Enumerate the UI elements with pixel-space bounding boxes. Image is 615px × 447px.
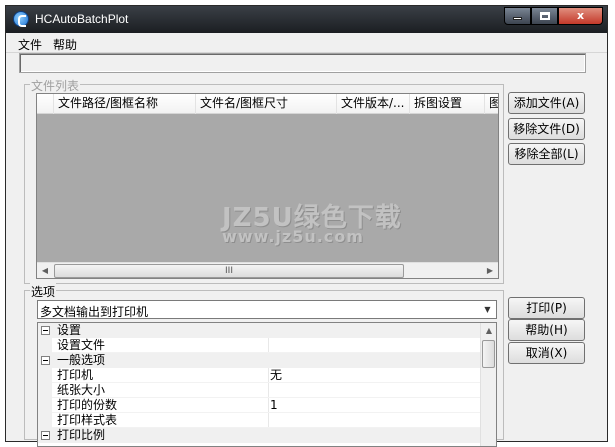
property-label: 打印的份数	[57, 398, 118, 412]
remove-file-button[interactable]: 移除文件(D)	[508, 118, 585, 140]
print-button[interactable]: 打印(P)	[508, 297, 585, 319]
property-category[interactable]: 设置	[38, 323, 481, 338]
menu-help[interactable]: 帮助	[53, 36, 77, 53]
property-value[interactable]: 1	[270, 399, 278, 412]
remove-all-button[interactable]: 移除全部(L)	[508, 143, 585, 165]
title-bar[interactable]: HCAutoBatchPlot x	[6, 6, 607, 33]
collapse-icon[interactable]	[41, 326, 50, 335]
chevron-down-icon[interactable]: ▼	[480, 302, 495, 317]
maximize-button[interactable]	[531, 7, 558, 25]
column-header-row-selector[interactable]	[37, 94, 54, 114]
property-label: 打印样式表	[57, 413, 118, 427]
menu-file[interactable]: 文件	[18, 36, 42, 53]
maximize-icon	[539, 12, 550, 20]
collapse-icon[interactable]	[41, 356, 50, 365]
column-header-path[interactable]: 文件路径/图框名称	[54, 94, 196, 114]
property-label: 设置文件	[57, 338, 106, 352]
close-button[interactable]: x	[558, 7, 603, 25]
file-list-header: 文件路径/图框名称 文件名/图框尺寸 文件版本/... 拆图设置 图	[37, 94, 498, 114]
menu-bar: 文件 帮助	[6, 33, 607, 53]
property-category[interactable]: 打印比例	[38, 428, 481, 443]
scroll-up-icon[interactable]: ▲	[481, 323, 496, 339]
window-title: HCAutoBatchPlot	[35, 12, 129, 26]
property-category[interactable]: 一般选项	[38, 353, 481, 368]
file-list-legend: 文件列表	[30, 77, 81, 94]
column-header-split[interactable]: 拆图设置	[410, 94, 485, 114]
add-file-button[interactable]: 添加文件(A)	[508, 92, 585, 114]
file-list[interactable]: 文件路径/图框名称 文件名/图框尺寸 文件版本/... 拆图设置 图 ◀ III…	[36, 93, 499, 279]
property-value[interactable]: 无	[270, 369, 282, 382]
output-mode-select[interactable]: 多文档输出到打印机 ▼	[37, 300, 497, 319]
scrollbar-thumb[interactable]: III	[54, 264, 404, 278]
help-button[interactable]: 帮助(H)	[508, 319, 585, 341]
app-logo-icon	[13, 11, 29, 27]
property-row[interactable]: 打印的份数 1	[38, 398, 481, 413]
property-category-label: 设置	[57, 323, 82, 337]
property-category-label: 一般选项	[57, 353, 106, 367]
scroll-right-icon[interactable]: ▶	[482, 263, 498, 278]
cancel-button[interactable]: 取消(X)	[508, 342, 585, 364]
property-row[interactable]: 纸张大小	[38, 383, 481, 398]
property-category-label: 打印比例	[57, 428, 106, 442]
property-row[interactable]: 打印样式表	[38, 413, 481, 428]
path-field[interactable]	[19, 53, 586, 73]
minimize-button[interactable]	[504, 7, 531, 25]
minimize-icon	[513, 17, 522, 20]
property-label: 打印机	[57, 368, 94, 382]
watermark-url: www.jz5u.com	[222, 227, 364, 246]
scroll-left-icon[interactable]: ◀	[37, 263, 53, 278]
column-header-version[interactable]: 文件版本/...	[337, 94, 410, 114]
output-mode-value: 多文档输出到打印机	[40, 305, 149, 319]
column-header-filename[interactable]: 文件名/图框尺寸	[196, 94, 337, 114]
property-label: 纸张大小	[57, 383, 106, 397]
file-list-horizontal-scrollbar[interactable]: ◀ III ▶	[37, 262, 498, 278]
watermark: JZ5U绿色下载 www.jz5u.com	[222, 197, 401, 247]
property-grid-vertical-scrollbar[interactable]: ▲	[480, 323, 496, 446]
options-legend: 选项	[30, 283, 57, 300]
column-header-extra[interactable]: 图	[485, 94, 498, 114]
close-icon: x	[576, 9, 585, 22]
property-row[interactable]: 打印机 无	[38, 368, 481, 383]
property-row[interactable]: 设置文件	[38, 338, 481, 353]
property-grid[interactable]: 设置 设置文件 一般选项 打印机 无 纸张大小 打印的份数 1 打印样式表 打印…	[37, 322, 497, 447]
collapse-icon[interactable]	[41, 431, 50, 440]
scrollbar-thumb[interactable]	[482, 340, 495, 368]
